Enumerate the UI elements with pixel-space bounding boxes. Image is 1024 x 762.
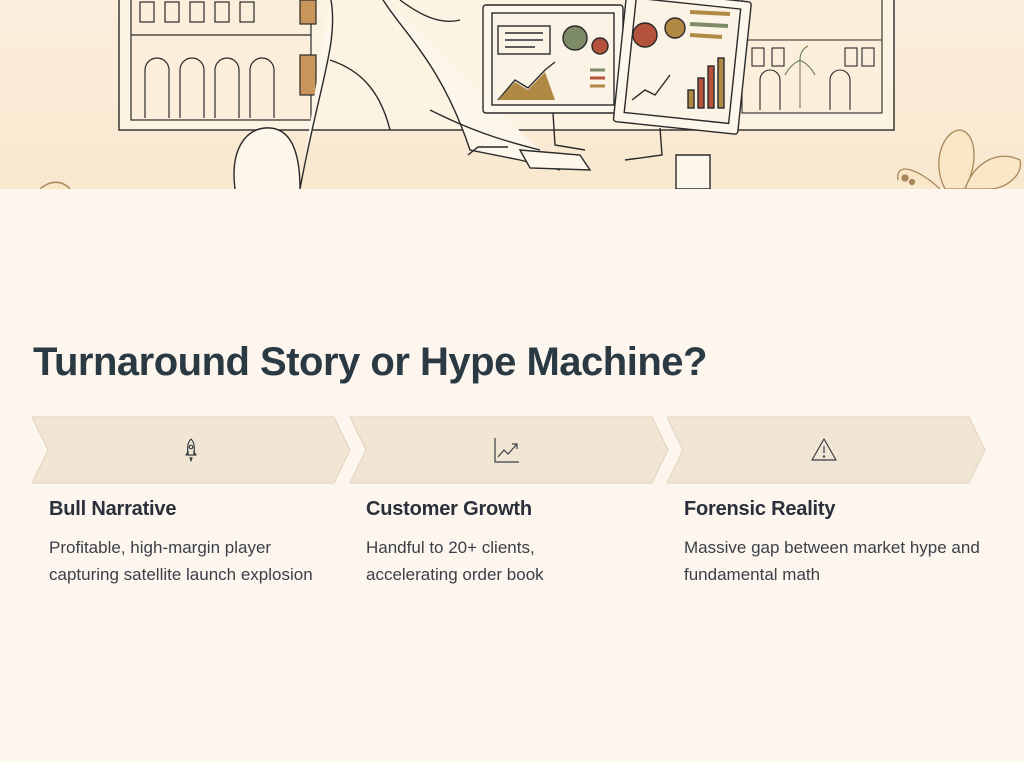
step-card-forensic-reality: Forensic Reality Massive gap between mar…	[684, 498, 984, 588]
trending-up-chart-icon	[494, 438, 519, 463]
hero-analyst-desk-illustration	[39, 0, 1022, 189]
step-heading: Customer Growth	[366, 498, 532, 520]
step-card-customer-growth: Customer Growth Handful to 20+ clients, …	[366, 498, 596, 588]
process-steps	[31, 416, 986, 484]
step-description: Profitable, high-margin player capturing…	[49, 538, 313, 584]
step-chevron-forensic-reality	[666, 416, 986, 484]
step-chevron-customer-growth	[349, 416, 669, 484]
step-description: Massive gap between market hype and fund…	[684, 538, 980, 584]
step-description: Handful to 20+ clients, accelerating ord…	[366, 538, 544, 584]
step-card-bull-narrative: Bull Narrative Profitable, high-margin p…	[49, 498, 329, 588]
warning-triangle-icon	[811, 438, 837, 461]
page-title: Turnaround Story or Hype Machine?	[33, 340, 707, 384]
step-heading: Bull Narrative	[49, 498, 177, 520]
hero-illustration	[0, 0, 1024, 189]
step-heading: Forensic Reality	[684, 498, 836, 520]
rocket-icon	[185, 438, 197, 462]
step-chevron-bull-narrative	[31, 416, 351, 484]
